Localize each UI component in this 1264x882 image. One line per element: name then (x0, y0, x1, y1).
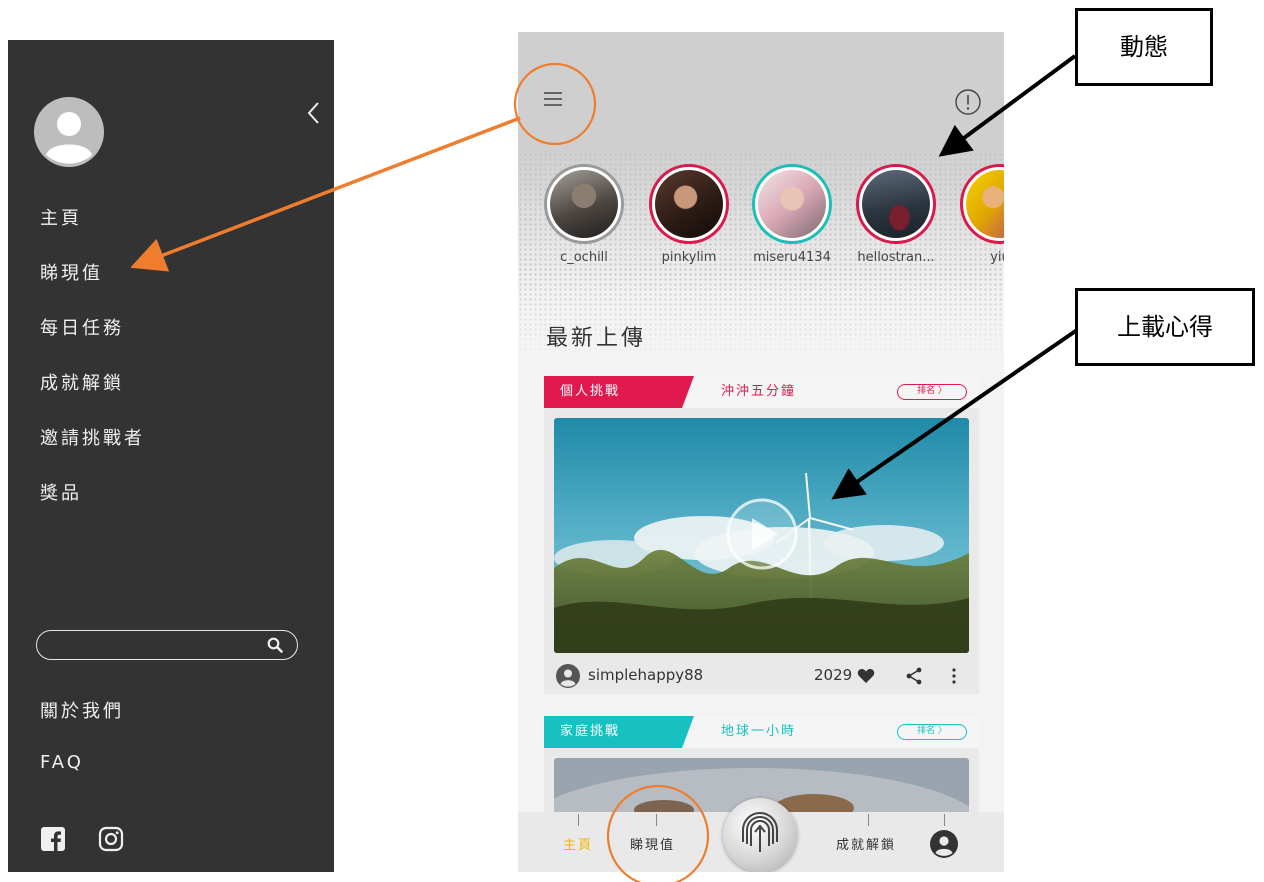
upload-callout: 上載心得 (1075, 288, 1255, 366)
bottom-tab-bar: 主頁 睇現值 成就解鎖 (518, 798, 1004, 872)
heart-icon[interactable] (857, 668, 875, 684)
search-icon[interactable] (267, 637, 283, 653)
card-header: 個人挑戰 沖沖五分鐘 排名 〉 (544, 376, 979, 408)
story-ring (752, 164, 832, 244)
story-item[interactable]: yiu (950, 164, 1004, 265)
menu-item-daily-tasks[interactable]: 每日任務 (40, 315, 145, 370)
card-header: 家庭挑戰 地球一小時 排名 〉 (544, 716, 979, 748)
tab-divider (868, 814, 869, 826)
category-label: 個人挑戰 (560, 384, 621, 399)
video-thumbnail[interactable] (554, 418, 969, 653)
tab-home[interactable]: 主頁 (563, 834, 593, 853)
story-username: pinkylim (661, 250, 717, 265)
menu-item-prizes[interactable]: 獎品 (40, 480, 145, 535)
story-item[interactable]: hellostran... (846, 164, 946, 265)
tab-achievements[interactable]: 成就解鎖 (836, 834, 896, 853)
story-avatar (966, 170, 1004, 238)
story-username: yiu (990, 250, 1004, 265)
menu-item-value[interactable]: 睇現值 (40, 260, 145, 315)
post-card: 個人挑戰 沖沖五分鐘 排名 〉 simplehappy88 2029 (544, 376, 979, 694)
category-label: 家庭挑戰 (560, 724, 621, 739)
search-box (36, 630, 298, 660)
profile-icon[interactable] (930, 830, 958, 858)
instagram-icon[interactable] (98, 826, 124, 852)
about-us-link[interactable]: 關於我們 (40, 697, 124, 723)
story-ring (649, 164, 729, 244)
story-ring (856, 164, 936, 244)
story-username: hellostran... (857, 250, 935, 265)
tab-divider (578, 814, 579, 826)
tab-value[interactable]: 睇現值 (630, 834, 675, 853)
header-solid (518, 32, 1004, 152)
section-title: 最新上傳 (546, 326, 647, 351)
rank-button[interactable]: 排名 〉 (897, 724, 967, 740)
avatar-icon[interactable] (34, 97, 104, 167)
menu-item-achievements[interactable]: 成就解鎖 (40, 370, 145, 425)
faq-link[interactable]: FAQ (40, 752, 84, 773)
challenge-title[interactable]: 地球一小時 (721, 716, 796, 748)
phone-screen: c_ochill pinkylim miseru4134 hellostran.… (518, 32, 1004, 872)
card-footer: simplehappy88 2029 (544, 658, 979, 694)
hamburger-menu-icon[interactable] (542, 90, 564, 108)
category-tag[interactable]: 個人挑戰 (544, 376, 694, 408)
story-item[interactable]: c_ochill (534, 164, 634, 265)
user-avatar-icon[interactable] (556, 664, 580, 688)
tab-divider (944, 814, 945, 826)
story-item[interactable]: pinkylim (639, 164, 739, 265)
info-icon[interactable] (954, 88, 982, 116)
record-button[interactable] (723, 798, 797, 872)
drawer-menu: 主頁 睇現值 每日任務 成就解鎖 邀請挑戰者 獎品 (40, 205, 145, 535)
story-avatar (862, 170, 930, 238)
story-avatar (550, 170, 618, 238)
facebook-icon[interactable] (41, 827, 65, 851)
story-avatar (655, 170, 723, 238)
story-avatar (758, 170, 826, 238)
moments-callout: 動態 (1075, 8, 1213, 86)
category-tag[interactable]: 家庭挑戰 (544, 716, 694, 748)
story-ring (960, 164, 1004, 244)
video-image (554, 418, 969, 653)
menu-item-invite[interactable]: 邀請挑戰者 (40, 425, 145, 480)
post-username[interactable]: simplehappy88 (588, 666, 703, 684)
story-item[interactable]: miseru4134 (742, 164, 842, 265)
fingerprint-icon (742, 812, 778, 852)
search-input[interactable] (51, 634, 255, 658)
like-count: 2029 (814, 666, 853, 684)
challenge-title[interactable]: 沖沖五分鐘 (721, 376, 796, 408)
share-icon[interactable] (906, 667, 922, 685)
menu-item-home[interactable]: 主頁 (40, 205, 145, 260)
story-username: miseru4134 (753, 250, 831, 265)
rank-button[interactable]: 排名 〉 (897, 384, 967, 400)
side-drawer: 主頁 睇現值 每日任務 成就解鎖 邀請挑戰者 獎品 關於我們 FAQ (8, 40, 334, 872)
chevron-left-icon[interactable] (304, 100, 324, 126)
story-username: c_ochill (560, 250, 608, 265)
more-options-icon[interactable] (949, 667, 959, 685)
story-ring (544, 164, 624, 244)
tab-divider (656, 814, 657, 826)
